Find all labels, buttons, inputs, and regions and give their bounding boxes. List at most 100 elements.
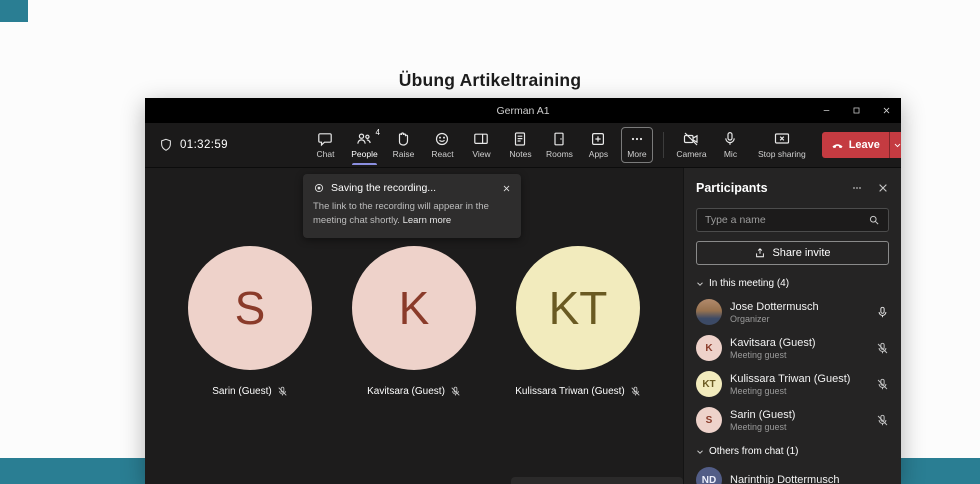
toolbar-right-group: Camera Mic Stop sharing Leave [653,123,901,167]
participant-row[interactable]: S Sarin (Guest) Meeting guest [696,407,889,433]
window-title: German A1 [496,104,550,117]
minimize-button[interactable] [811,98,841,123]
toast-close-icon[interactable] [502,184,511,193]
notes-label: Notes [509,149,532,159]
mic-muted-icon [277,386,288,397]
view-button[interactable]: View [462,125,501,165]
mic-button[interactable]: Mic [711,125,750,165]
camera-button[interactable]: Camera [672,125,711,165]
rooms-button[interactable]: Rooms [540,125,579,165]
share-icon [754,247,766,259]
apps-button[interactable]: Apps [579,125,618,165]
video-tile[interactable]: S Sarin (Guest) [188,246,312,397]
stop-sharing-icon [774,131,790,147]
avatar: S [188,246,312,370]
participant-role: Meeting guest [730,421,787,432]
participant-row[interactable]: ND Narinthip Dottermusch [696,467,889,484]
section-others-from-chat[interactable]: Others from chat (1) [696,446,889,457]
learn-more-link[interactable]: Learn more [403,215,452,226]
rooms-icon [551,131,567,147]
view-icon [473,131,489,147]
avatar: K [352,246,476,370]
section-label: In this meeting (4) [709,278,790,289]
mic-muted-icon [630,386,641,397]
participant-row[interactable]: K Kavitsara (Guest) Meeting guest [696,335,889,361]
window-controls [811,98,901,123]
panel-more-icon[interactable] [851,182,863,194]
people-button[interactable]: 4 People [345,125,384,165]
apps-icon [590,131,606,147]
panel-close-icon[interactable] [877,182,889,194]
stop-sharing-label: Stop sharing [757,149,806,159]
raise-button[interactable]: Raise [384,125,423,165]
meeting-stage: Saving the recording... The link to the … [145,168,683,484]
raise-hand-icon [395,131,411,147]
more-icon [629,131,645,147]
chevron-down-icon [893,141,901,150]
page-corner-accent [0,0,28,22]
search-icon [868,214,880,226]
participant-name: Sarin (Guest) [730,408,796,421]
toast-body: The link to the recording will appear in… [313,200,511,229]
video-tile[interactable]: KT Kulissara Triwan (Guest) [515,246,641,397]
close-button[interactable] [871,98,901,123]
tile-name-label: Kavitsara (Guest) [367,386,445,397]
avatar: KT [516,246,640,370]
more-button[interactable]: More [620,127,653,163]
leave-button[interactable]: Leave [822,132,889,158]
phone-down-icon [831,139,844,152]
react-icon [434,131,450,147]
participant-name: Narinthip Dottermusch [730,474,840,484]
chat-button[interactable]: Chat [306,125,345,165]
notes-icon [512,131,528,147]
chat-label: Chat [316,149,335,159]
mic-icon[interactable] [876,306,889,319]
share-invite-label: Share invite [772,247,831,259]
window-titlebar[interactable]: German A1 [145,98,901,123]
meeting-timer: 01:32:59 [180,139,228,151]
participant-role: Meeting guest [730,349,787,360]
mic-muted-icon[interactable] [876,414,889,427]
apps-label: Apps [588,149,609,159]
video-tile[interactable]: K Kavitsara (Guest) [352,246,476,397]
react-button[interactable]: React [423,125,462,165]
mic-muted-icon [450,386,461,397]
mic-muted-icon[interactable] [876,342,889,355]
participants-panel: Participants Share invite In this meetin… [683,168,901,484]
participant-role: Organizer [730,313,770,324]
avatar: K [696,335,722,361]
chat-icon [317,131,333,147]
participant-row[interactable]: Jose Dottermusch Organizer [696,299,889,325]
people-count-badge: 4 [375,128,380,137]
toast-body-text: The link to the recording will appear in… [313,201,489,227]
participant-row[interactable]: KT Kulissara Triwan (Guest) Meeting gues… [696,371,889,397]
search-input[interactable] [705,214,868,226]
mic-muted-icon[interactable] [876,378,889,391]
tile-name-label: Sarin (Guest) [212,386,272,397]
meeting-toolbar: 01:32:59 Chat 4 People Raise React View … [145,123,901,168]
avatar: ND [696,467,722,484]
shield-icon [159,138,173,152]
maximize-button[interactable] [841,98,871,123]
section-label: Others from chat (1) [709,446,799,457]
people-icon [356,131,372,147]
leave-button-group: Leave [821,132,901,158]
leave-options-button[interactable] [888,132,901,158]
meeting-content: Saving the recording... The link to the … [145,168,901,484]
recording-toast: Saving the recording... The link to the … [303,174,521,238]
avatar-photo [696,299,722,325]
participant-name: Kulissara Triwan (Guest) [730,372,851,385]
section-in-this-meeting[interactable]: In this meeting (4) [696,278,889,289]
share-invite-button[interactable]: Share invite [696,241,889,265]
chevron-down-icon [696,280,704,288]
leave-label: Leave [848,139,880,151]
toolbar-divider [662,132,664,158]
mic-icon [722,131,738,147]
mic-label: Mic [723,149,738,159]
tile-name-label: Kulissara Triwan (Guest) [515,386,625,397]
participant-search[interactable] [696,208,889,232]
stop-sharing-button[interactable]: Stop sharing [750,125,814,165]
participant-name: Kavitsara (Guest) [730,336,816,349]
camera-label: Camera [676,149,707,159]
notes-button[interactable]: Notes [501,125,540,165]
